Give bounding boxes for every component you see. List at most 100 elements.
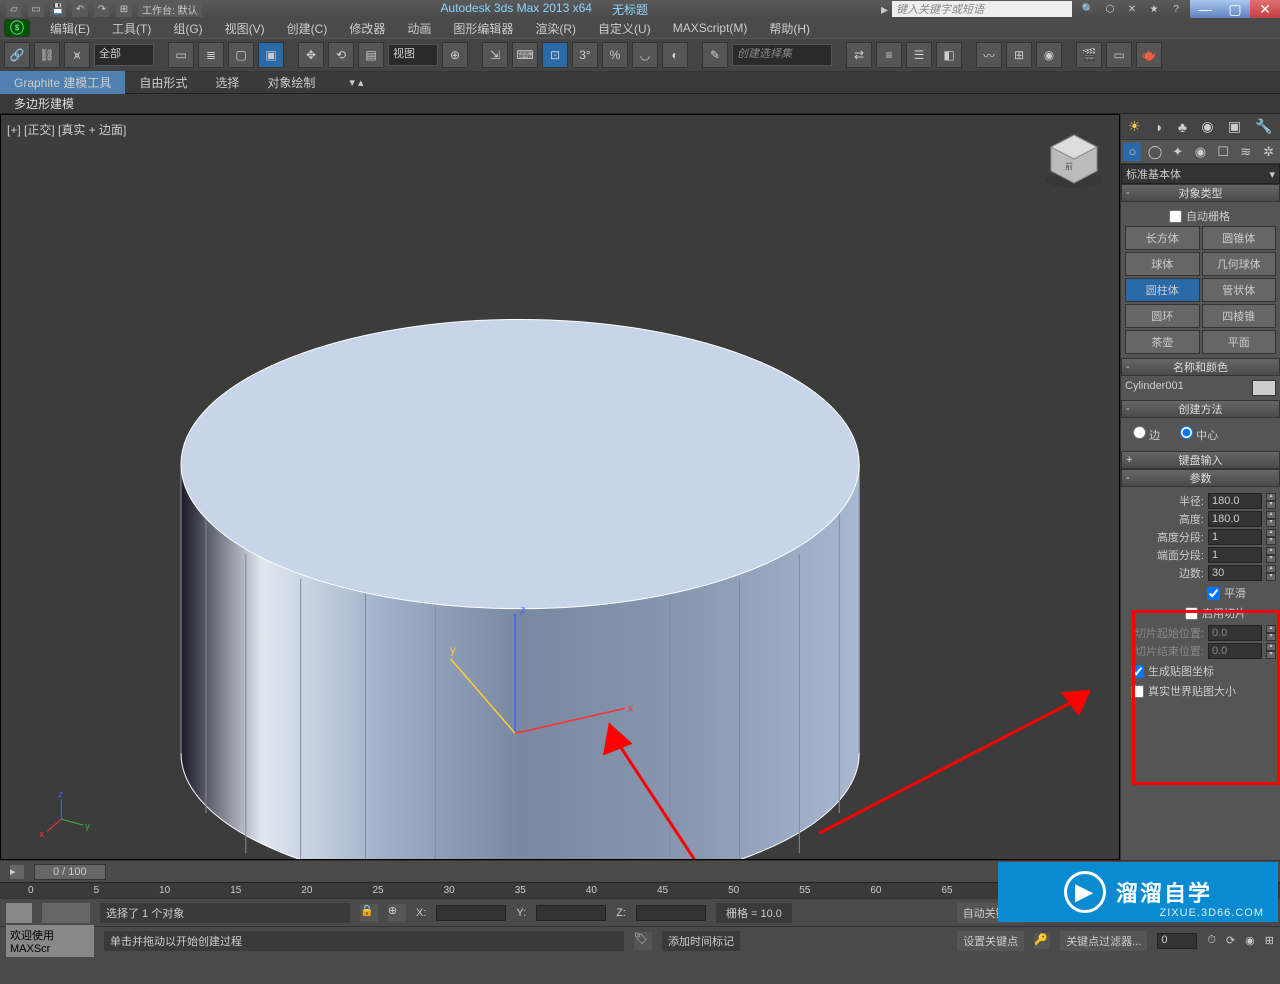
snap-icon2[interactable]: ◐ bbox=[662, 42, 688, 68]
tab-motion-icon[interactable]: ◉ bbox=[1201, 118, 1213, 135]
ribbon-tab-freeform[interactable]: 自由形式 bbox=[125, 71, 201, 94]
subtab-systems-icon[interactable]: ✲ bbox=[1260, 143, 1278, 161]
rollout-createmethod[interactable]: -创建方法 bbox=[1121, 400, 1280, 418]
qat-redo-icon[interactable]: ↷ bbox=[94, 1, 110, 17]
manipulate-icon[interactable]: ⇲ bbox=[482, 42, 508, 68]
subtab-shapes-icon[interactable]: ◯ bbox=[1146, 143, 1164, 161]
schematic-view-icon[interactable]: ⊞ bbox=[1006, 42, 1032, 68]
percent-snap-icon[interactable]: % bbox=[602, 42, 628, 68]
geometry-category-dropdown[interactable]: 标准基本体▾ bbox=[1121, 164, 1280, 184]
slice-checkbox[interactable] bbox=[1185, 607, 1198, 620]
menu-maxscript[interactable]: MAXScript(M) bbox=[663, 19, 758, 37]
material-editor-icon[interactable]: ◉ bbox=[1036, 42, 1062, 68]
x-coord-input[interactable] bbox=[436, 905, 506, 921]
prim-pyramid[interactable]: 四棱锥 bbox=[1202, 304, 1277, 328]
genmap-checkbox[interactable] bbox=[1131, 665, 1144, 678]
z-coord-input[interactable] bbox=[636, 905, 706, 921]
snap-toggle-icon[interactable]: ⊡ bbox=[542, 42, 568, 68]
rect-region-icon[interactable]: ▢ bbox=[228, 42, 254, 68]
qat-save-icon[interactable]: 💾 bbox=[50, 1, 66, 17]
rotate-icon[interactable]: ⟲ bbox=[328, 42, 354, 68]
smooth-checkbox[interactable] bbox=[1207, 587, 1220, 600]
subtab-cameras-icon[interactable]: ◉ bbox=[1191, 143, 1209, 161]
ribbon-sub-poly[interactable]: 多边形建模 bbox=[4, 93, 84, 114]
qat-open-icon[interactable]: ▭ bbox=[28, 1, 44, 17]
subtab-spacewarps-icon[interactable]: ≋ bbox=[1237, 143, 1255, 161]
prim-sphere[interactable]: 球体 bbox=[1125, 252, 1200, 276]
prim-plane[interactable]: 平面 bbox=[1202, 330, 1277, 354]
ribbon-tab-selection[interactable]: 选择 bbox=[201, 71, 253, 94]
radio-center[interactable]: 中心 bbox=[1180, 426, 1218, 443]
tab-hierarchy-icon[interactable]: ♣ bbox=[1178, 119, 1187, 135]
tab-display-icon[interactable]: ▣ bbox=[1228, 118, 1241, 135]
timetag-icon[interactable]: 🏷 bbox=[634, 932, 652, 950]
menu-tools[interactable]: 工具(T) bbox=[102, 18, 161, 39]
curve-editor-icon[interactable]: 〰 bbox=[976, 42, 1002, 68]
time-config-icon[interactable]: ⏱ bbox=[1207, 934, 1216, 947]
menu-animation[interactable]: 动画 bbox=[397, 18, 441, 39]
menu-customize[interactable]: 自定义(U) bbox=[588, 18, 661, 39]
graphite-icon[interactable]: ◧ bbox=[936, 42, 962, 68]
tab-modify-icon[interactable]: ◗ bbox=[1155, 119, 1163, 135]
qat-undo-icon[interactable]: ↶ bbox=[72, 1, 88, 17]
select-by-name-icon[interactable]: ≣ bbox=[198, 42, 224, 68]
vp-rotate-icon[interactable]: ◉ bbox=[1245, 934, 1255, 947]
tab-utilities-icon[interactable]: 🔧 bbox=[1255, 118, 1272, 135]
rollout-params[interactable]: -参数 bbox=[1121, 469, 1280, 487]
workspace-selector[interactable]: 工作台: 默认 bbox=[138, 1, 202, 17]
angle-snap-icon[interactable]: 3° bbox=[572, 42, 598, 68]
key-icon[interactable]: 🔑 bbox=[1034, 933, 1050, 949]
mirror-icon[interactable]: ⇄ bbox=[846, 42, 872, 68]
help-arrow-icon[interactable]: ▸ bbox=[881, 1, 888, 18]
maximize-button[interactable]: ▢ bbox=[1220, 0, 1250, 18]
rollout-keyboard[interactable]: +键盘输入 bbox=[1121, 451, 1280, 469]
radius-spinner[interactable]: 180.0 bbox=[1208, 493, 1262, 509]
autogrid-checkbox[interactable] bbox=[1169, 210, 1182, 223]
menu-views[interactable]: 视图(V) bbox=[215, 18, 275, 39]
edit-named-sel-icon[interactable]: ✎ bbox=[702, 42, 728, 68]
lock-selection-icon[interactable]: 🔒 bbox=[360, 904, 378, 922]
subtab-lights-icon[interactable]: ✦ bbox=[1169, 143, 1187, 161]
qat-new-icon[interactable]: ▱ bbox=[6, 1, 22, 17]
prim-torus[interactable]: 圆环 bbox=[1125, 304, 1200, 328]
search-icon[interactable]: 🔍 bbox=[1080, 1, 1096, 17]
current-frame-input[interactable]: 0 bbox=[1157, 933, 1197, 949]
spinner-snap-icon[interactable]: ◡ bbox=[632, 42, 658, 68]
rollout-objtype[interactable]: -对象类型 bbox=[1121, 184, 1280, 202]
ref-coord-sys[interactable]: 视图 bbox=[388, 44, 438, 66]
help-icon[interactable]: ? bbox=[1168, 1, 1184, 17]
move-icon[interactable]: ✥ bbox=[298, 42, 324, 68]
named-sel-set[interactable]: 创建选择集 bbox=[732, 44, 832, 66]
window-crossing-icon[interactable]: ▣ bbox=[258, 42, 284, 68]
selection-filter[interactable]: 全部 bbox=[94, 44, 154, 66]
timeslider-button[interactable]: ▸ bbox=[10, 865, 24, 879]
subtab-geometry-icon[interactable]: ○ bbox=[1123, 143, 1141, 161]
render-setup-icon[interactable]: 🎬 bbox=[1076, 42, 1102, 68]
close-button[interactable]: ✕ bbox=[1250, 0, 1280, 18]
qat-project-icon[interactable]: ⊞ bbox=[116, 1, 132, 17]
height-spinner[interactable]: 180.0 bbox=[1208, 511, 1262, 527]
favorites-icon[interactable]: ★ bbox=[1146, 1, 1162, 17]
prim-teapot[interactable]: 茶壶 bbox=[1125, 330, 1200, 354]
object-name-field[interactable]: Cylinder001 bbox=[1125, 380, 1248, 396]
layers-icon[interactable]: ☰ bbox=[906, 42, 932, 68]
prim-geosphere[interactable]: 几何球体 bbox=[1202, 252, 1277, 276]
menu-group[interactable]: 组(G) bbox=[163, 18, 212, 39]
tab-create-icon[interactable]: ☀ bbox=[1128, 118, 1141, 135]
cap-segs-spinner[interactable]: 1 bbox=[1208, 547, 1262, 563]
menu-create[interactable]: 创建(C) bbox=[277, 18, 338, 39]
vp-max-toggle-icon[interactable]: ⊞ bbox=[1265, 934, 1274, 947]
subscription-icon[interactable]: ⬡ bbox=[1102, 1, 1118, 17]
maxscript-mini-icon2[interactable] bbox=[42, 903, 90, 923]
exchange-icon[interactable]: ✕ bbox=[1124, 1, 1140, 17]
menu-grapheditors[interactable]: 图形编辑器 bbox=[443, 18, 523, 39]
align-icon[interactable]: ≡ bbox=[876, 42, 902, 68]
menu-modifiers[interactable]: 修改器 bbox=[339, 18, 395, 39]
minimize-button[interactable]: — bbox=[1190, 0, 1220, 18]
ribbon-tab-objectpaint[interactable]: 对象绘制 bbox=[253, 71, 329, 94]
rollout-namecolor[interactable]: -名称和颜色 bbox=[1121, 358, 1280, 376]
prim-cone[interactable]: 圆锥体 bbox=[1202, 226, 1277, 250]
y-coord-input[interactable] bbox=[536, 905, 606, 921]
help-search-input[interactable]: 键入关键字或短语 bbox=[892, 1, 1072, 17]
keyfilters-button[interactable]: 关键点过滤器... bbox=[1060, 931, 1147, 951]
